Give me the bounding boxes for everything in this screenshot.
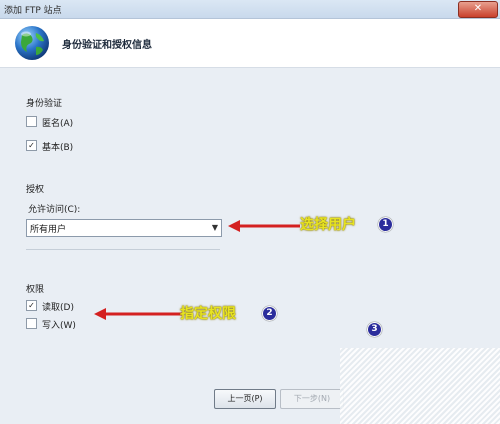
title-bar: 添加 FTP 站点 ✕ [0,0,500,19]
watermark-overlay [340,348,500,424]
write-label: 写入(W) [42,321,76,331]
dropdown-value: 所有用户 [30,225,67,235]
close-icon: ✕ [473,3,483,14]
annotation-arrow-2 [94,308,182,320]
next-button[interactable]: 下一步(N) [280,389,344,409]
authorization-section-label: 授权 [26,185,45,195]
annotation-badge-2: 2 [262,306,277,321]
annotation-specify-permission: 指定权限 [180,306,236,322]
chevron-down-icon: ▼ [211,223,218,232]
window-title: 添加 FTP 站点 [4,6,62,16]
read-label: 读取(D) [42,303,74,313]
read-checkbox[interactable]: ✓ [26,300,37,311]
page-title: 身份验证和授权信息 [62,40,152,51]
permissions-section-label: 权限 [26,285,45,295]
previous-button[interactable]: 上一页(P) [214,389,276,409]
divider [26,249,220,250]
allow-access-dropdown[interactable]: 所有用户 ▼ [26,219,222,237]
annotation-select-user: 选择用户 [300,217,356,233]
write-checkbox[interactable] [26,318,37,329]
allow-access-label: 允许访问(C): [28,205,81,215]
wizard-header: 身份验证和授权信息 [0,19,500,68]
globe-icon [15,26,49,60]
annotation-arrow-1 [228,220,300,232]
auth-section-label: 身份验证 [26,99,63,109]
annotation-badge-1: 1 [378,217,393,232]
close-button[interactable]: ✕ [458,1,498,18]
anonymous-checkbox[interactable] [26,116,37,127]
basic-checkbox[interactable]: ✓ [26,140,37,151]
check-icon: ✓ [28,301,35,310]
check-icon: ✓ [28,141,35,150]
basic-label: 基本(B) [42,143,74,153]
annotation-badge-3: 3 [367,322,382,337]
anonymous-label: 匿名(A) [42,119,74,129]
